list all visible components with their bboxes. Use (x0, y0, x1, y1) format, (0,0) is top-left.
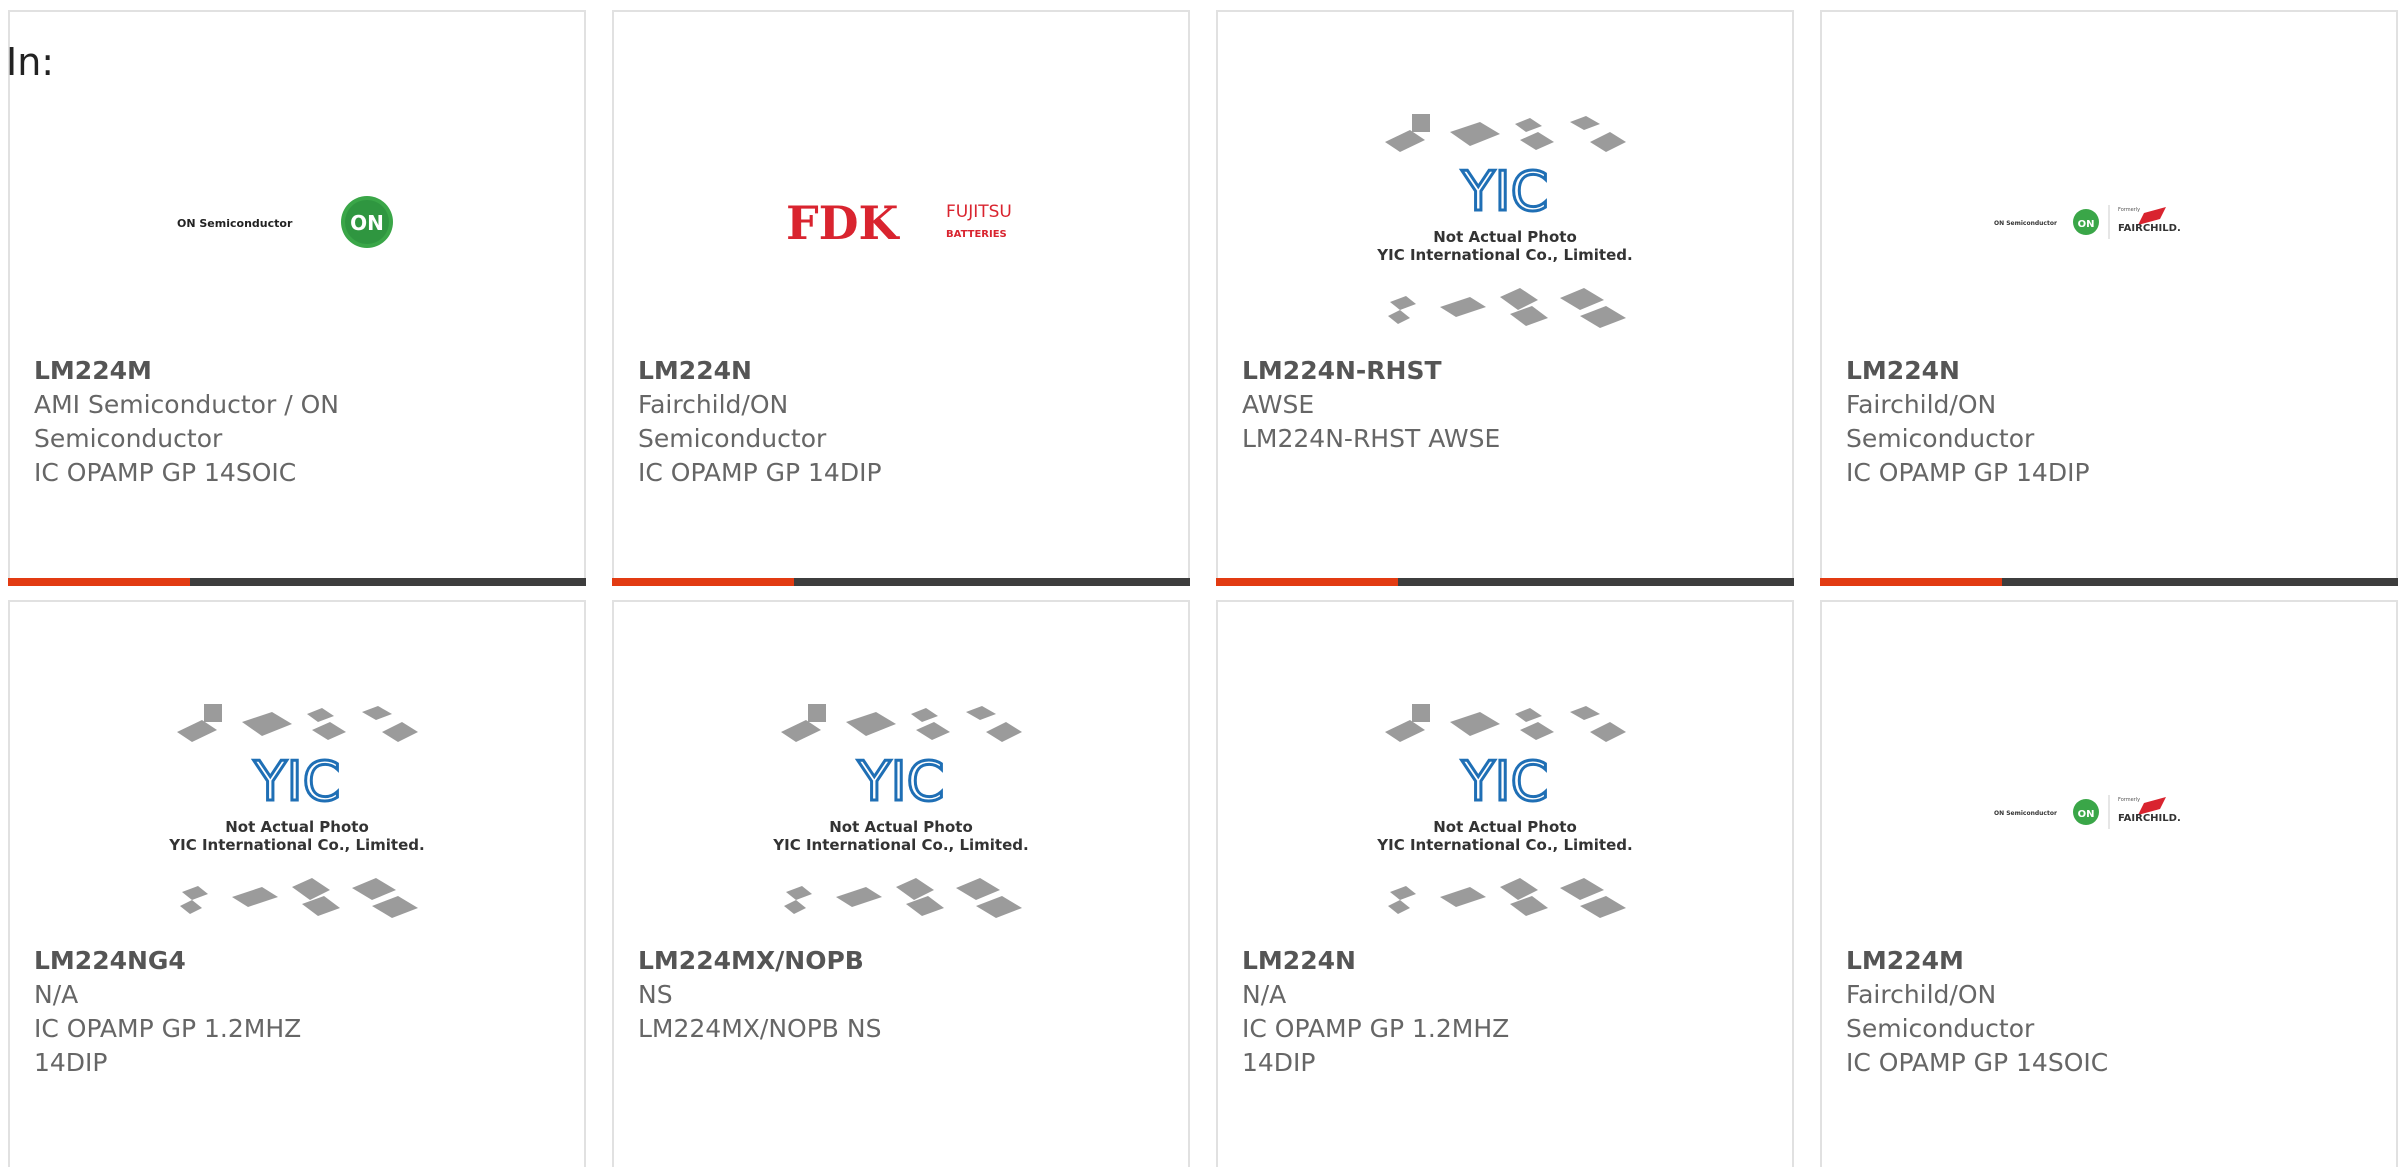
svg-text:Formerly: Formerly (2118, 797, 2140, 803)
svg-text:BATTERIES: BATTERIES (946, 229, 1007, 240)
svg-text:Not Actual Photo: Not Actual Photo (1433, 818, 1577, 836)
product-card[interactable]: FDK FUJITSU BATTERIES LM224N Fairchild/O… (612, 10, 1190, 586)
product-info: LM224N Fairchild/ON Semiconductor IC OPA… (1846, 354, 2176, 490)
manufacturer-name: Fairchild/ON Semiconductor (1846, 390, 2035, 453)
product-description: IC OPAMP GP 14SOIC (1846, 1048, 2109, 1077)
part-number[interactable]: LM224MX/NOPB (638, 944, 968, 978)
svg-text:ON: ON (2078, 219, 2095, 230)
svg-text:Not Actual Photo: Not Actual Photo (1433, 228, 1577, 246)
svg-text:YIC: YIC (1461, 160, 1549, 223)
fdk-logo-text: FDK (786, 196, 901, 250)
manufacturer-logo: FDK FUJITSU BATTERIES (614, 92, 1188, 352)
svg-text:YIC: YIC (857, 750, 945, 813)
product-info: LM224MX/NOPB NS LM224MX/NOPB NS (638, 944, 968, 1046)
product-card[interactable]: ON Semiconductor ON LM224M AMI Semicondu… (8, 10, 586, 586)
svg-text:ON Semiconductor: ON Semiconductor (1994, 220, 2057, 227)
svg-text:YIC International Co., Limited: YIC International Co., Limited. (168, 836, 424, 854)
card-bottom-bar (612, 578, 1190, 586)
manufacturer-name: N/A (34, 980, 79, 1009)
svg-text:ON Semiconductor: ON Semiconductor (1994, 810, 2057, 817)
svg-text:YIC International Co., Limited: YIC International Co., Limited. (1376, 836, 1632, 854)
part-number[interactable]: LM224N-RHST (1242, 354, 1572, 388)
part-number[interactable]: LM224N (638, 354, 968, 388)
product-description: LM224MX/NOPB NS (638, 1014, 882, 1043)
product-card[interactable]: YIC Not Actual Photo YIC International C… (1216, 10, 1794, 586)
svg-text:Not Actual Photo: Not Actual Photo (829, 818, 973, 836)
product-info: LM224N-RHST AWSE LM224N-RHST AWSE (1242, 354, 1572, 456)
manufacturer-name: N/A (1242, 980, 1287, 1009)
svg-text:ON: ON (350, 211, 384, 235)
product-description: IC OPAMP GP 14DIP (1846, 458, 2090, 487)
manufacturer-name: AMI Semiconductor / ON Semiconductor (34, 390, 339, 453)
svg-text:YIC International Co., Limited: YIC International Co., Limited. (772, 836, 1028, 854)
yic-logo: YIC Not Actual Photo YIC International C… (168, 704, 425, 918)
product-description: IC OPAMP GP 1.2MHZ 14DIP (1242, 1014, 1510, 1077)
product-info: LM224M AMI Semiconductor / ON Semiconduc… (34, 354, 364, 490)
manufacturer-name: AWSE (1242, 390, 1315, 419)
manufacturer-name: Fairchild/ON Semiconductor (1846, 980, 2035, 1043)
manufacturer-logo: ON Semiconductor ON (10, 92, 584, 352)
svg-text:FAIRCHILD.: FAIRCHILD. (2118, 223, 2181, 234)
manufacturer-logo: ON Semiconductor ON Formerly FAIRCHILD. (1822, 682, 2396, 942)
product-description: IC OPAMP GP 1.2MHZ 14DIP (34, 1014, 302, 1077)
manufacturer-logo: YIC Not Actual Photo YIC International C… (614, 682, 1188, 942)
svg-text:YIC: YIC (253, 750, 341, 813)
product-card[interactable]: YIC Not Actual Photo YIC International C… (612, 600, 1190, 1167)
svg-text:YIC: YIC (1461, 750, 1549, 813)
product-info: LM224N N/A IC OPAMP GP 1.2MHZ 14DIP (1242, 944, 1572, 1080)
product-grid: In: ON Semiconductor ON LM224M AMI Semic… (0, 0, 2400, 1167)
svg-text:ON: ON (2078, 809, 2095, 820)
product-info: LM224M Fairchild/ON Semiconductor IC OPA… (1846, 944, 2176, 1080)
card-bottom-bar (1216, 578, 1794, 586)
on-semi-logo-text: ON Semiconductor (177, 217, 293, 230)
manufacturer-name: Fairchild/ON Semiconductor (638, 390, 827, 453)
product-card[interactable]: ON Semiconductor ON Formerly FAIRCHILD. … (1820, 600, 2398, 1167)
svg-text:Not Actual Photo: Not Actual Photo (225, 818, 369, 836)
card-bottom-bar (8, 578, 586, 586)
manufacturer-logo: YIC Not Actual Photo YIC International C… (1218, 682, 1792, 942)
svg-text:YIC International Co., Limited: YIC International Co., Limited. (1376, 246, 1632, 264)
part-number[interactable]: LM224N (1242, 944, 1572, 978)
product-card[interactable]: YIC Not Actual Photo YIC International C… (8, 600, 586, 1167)
manufacturer-logo: YIC Not Actual Photo YIC International C… (1218, 92, 1792, 352)
svg-text:Formerly: Formerly (2118, 207, 2140, 213)
part-number[interactable]: LM224M (1846, 944, 2176, 978)
product-card[interactable]: ON Semiconductor ON Formerly FAIRCHILD. … (1820, 10, 2398, 586)
product-description: LM224N-RHST AWSE (1242, 424, 1501, 453)
yic-logo: YIC Not Actual Photo YIC International C… (1376, 704, 1633, 918)
yic-logo: YIC Not Actual Photo YIC International C… (1376, 114, 1633, 328)
product-card[interactable]: YIC Not Actual Photo YIC International C… (1216, 600, 1794, 1167)
manufacturer-name: NS (638, 980, 673, 1009)
product-description: IC OPAMP GP 14DIP (638, 458, 882, 487)
manufacturer-logo: YIC Not Actual Photo YIC International C… (10, 682, 584, 942)
part-number[interactable]: LM224NG4 (34, 944, 364, 978)
svg-text:FAIRCHILD.: FAIRCHILD. (2118, 813, 2181, 824)
part-number[interactable]: LM224M (34, 354, 364, 388)
part-number[interactable]: LM224N (1846, 354, 2176, 388)
card-bottom-bar (1820, 578, 2398, 586)
yic-logo: YIC Not Actual Photo YIC International C… (772, 704, 1029, 918)
product-description: IC OPAMP GP 14SOIC (34, 458, 297, 487)
product-info: LM224N Fairchild/ON Semiconductor IC OPA… (638, 354, 968, 490)
product-info: LM224NG4 N/A IC OPAMP GP 1.2MHZ 14DIP (34, 944, 364, 1080)
in-label: In: (6, 40, 55, 84)
manufacturer-logo: ON Semiconductor ON Formerly FAIRCHILD. (1822, 92, 2396, 352)
svg-text:FUJITSU: FUJITSU (946, 202, 1012, 222)
